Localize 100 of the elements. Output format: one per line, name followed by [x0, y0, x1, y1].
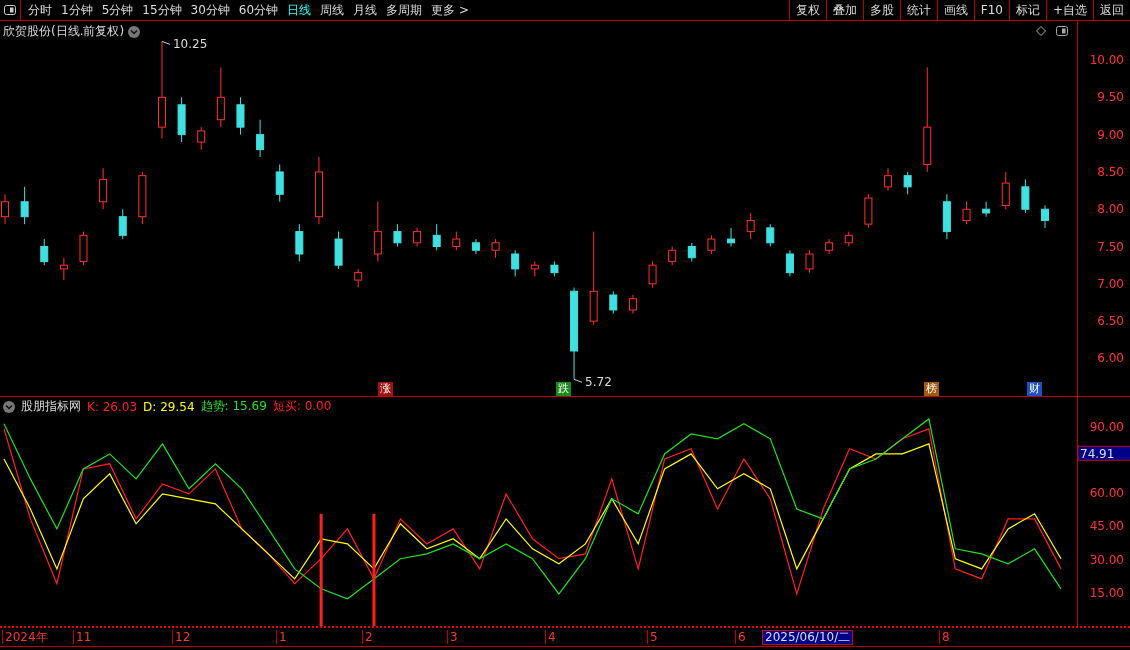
period-tab[interactable]: 多周期: [386, 1, 423, 19]
candle: [982, 201, 991, 218]
candle: [471, 238, 480, 255]
candle: [491, 238, 500, 259]
candle: [805, 249, 814, 274]
indicator-value: 短买: 0.00: [272, 398, 332, 415]
candle: [432, 223, 441, 251]
toolbar-button[interactable]: F10: [973, 0, 1009, 20]
indicator-axis-label: 45.00: [1089, 519, 1124, 534]
toolbar-button[interactable]: 多股: [862, 0, 900, 20]
period-tab[interactable]: 月线: [353, 1, 378, 19]
indicator-axis-label: 90.00: [1089, 419, 1124, 434]
price-annotation: 10.25: [161, 37, 208, 52]
period-tab[interactable]: 1分钟: [61, 1, 93, 19]
candle: [903, 171, 912, 195]
candle: [864, 193, 873, 229]
candle: [746, 212, 755, 240]
chevron-down-icon[interactable]: [128, 25, 141, 38]
indicator-axis-label: 60.00: [1089, 486, 1124, 501]
indicator-axis-label: 30.00: [1089, 552, 1124, 567]
annotation: 5.72: [585, 375, 612, 390]
candle: [452, 231, 461, 251]
toolbar-button[interactable]: 画线: [936, 0, 974, 20]
price-axis-label: 7.50: [1097, 239, 1124, 254]
date-axis-label: 12: [172, 630, 191, 644]
candle: [275, 163, 284, 203]
indicator-value: 趋势: 15.69: [200, 398, 267, 415]
candle: [354, 268, 363, 289]
candle: [844, 231, 853, 248]
candle: [942, 193, 951, 240]
candle: [177, 96, 186, 143]
price-axis-label: 8.00: [1097, 202, 1124, 217]
period-tab[interactable]: 更多 >: [431, 1, 469, 19]
candle: [609, 290, 618, 315]
period-tab[interactable]: 日线: [287, 1, 312, 19]
candle: [334, 231, 343, 270]
period-tab[interactable]: 分时: [28, 1, 52, 19]
signal-marker[interactable]: 涨: [378, 382, 393, 396]
annotation: 10.25: [172, 37, 208, 52]
candle: [256, 119, 265, 158]
price-axis-label: 7.00: [1097, 276, 1124, 291]
period-tab[interactable]: 15分钟: [142, 1, 182, 19]
date-axis-label: 3: [447, 630, 458, 644]
candle: [727, 227, 736, 248]
signal-marker[interactable]: 跌: [556, 382, 571, 396]
panel-toggle-icon[interactable]: [4, 5, 16, 15]
candle: [1001, 171, 1010, 210]
candle: [314, 156, 323, 225]
toolbar-button[interactable]: 复权: [788, 0, 826, 20]
price-axis-label: 9.00: [1097, 127, 1124, 142]
candle: [236, 96, 245, 136]
toolbar-button[interactable]: 返回: [1093, 0, 1130, 20]
candle: [628, 294, 637, 315]
date-axis-label: 1: [276, 630, 287, 644]
period-tab[interactable]: 30分钟: [190, 1, 230, 19]
cursor-date-label: 2025/06/10/二: [762, 630, 854, 645]
period-tab[interactable]: 60分钟: [238, 1, 279, 19]
chart-title: 欣贺股份(日线.前复权): [3, 23, 125, 40]
candle: [962, 201, 971, 225]
candle: [707, 234, 716, 255]
chevron-down-icon[interactable]: [3, 400, 15, 413]
signal-marker[interactable]: 榜: [924, 382, 939, 396]
toolbar-button[interactable]: 标记: [1008, 0, 1046, 20]
candle: [511, 249, 520, 277]
candle: [393, 223, 402, 248]
toolbar-button[interactable]: +自选: [1045, 0, 1093, 20]
toolbar-button[interactable]: 统计: [899, 0, 937, 20]
price-axis-label: 6.00: [1097, 351, 1124, 366]
candle: [59, 257, 68, 281]
candle: [550, 260, 559, 277]
date-axis-label: 2024年: [2, 630, 48, 644]
candle: [295, 223, 304, 262]
date-axis-label: 8: [939, 630, 950, 644]
candle: [413, 227, 422, 248]
price-axis-label: 9.50: [1097, 90, 1124, 105]
candle: [1041, 205, 1049, 229]
period-tab[interactable]: 周线: [320, 1, 345, 19]
indicator-value: D: 29.54: [143, 399, 195, 414]
candle: [40, 238, 49, 266]
candle: [766, 223, 775, 248]
indicator-name: 股朋指标网: [21, 398, 81, 415]
current-value-label: 74.91: [1077, 445, 1130, 461]
price-axis-label: 10.00: [1089, 53, 1124, 67]
period-tab[interactable]: 5分钟: [101, 1, 134, 19]
date-axis-label: 6: [735, 630, 746, 644]
candle: [825, 238, 834, 255]
toolbar-button[interactable]: 叠加: [825, 0, 863, 20]
candle: [373, 201, 382, 262]
diamond-icon[interactable]: [1036, 26, 1046, 36]
candle: [1021, 178, 1030, 214]
candle: [687, 242, 696, 262]
price-axis-label: 8.50: [1097, 164, 1124, 179]
candle: [530, 260, 539, 277]
date-axis-label: 2: [362, 630, 373, 644]
signal-marker[interactable]: 财: [1027, 382, 1042, 396]
panel-toggle-icon[interactable]: [1056, 26, 1068, 36]
candle: [20, 186, 29, 225]
candle: [785, 249, 794, 277]
indicator-axis-label: 15.00: [1089, 585, 1124, 600]
date-axis-label: 4: [545, 630, 556, 644]
